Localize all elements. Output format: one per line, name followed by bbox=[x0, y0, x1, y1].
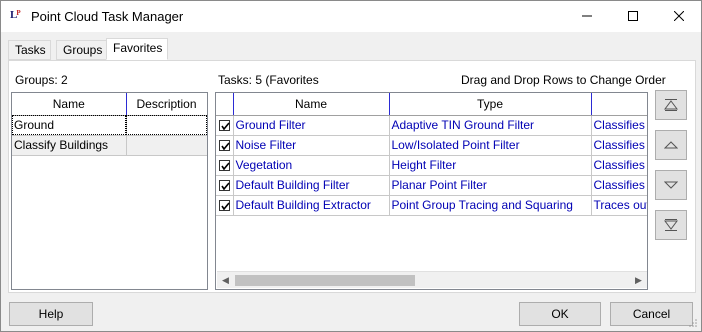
task-row[interactable]: Vegetation Height Filter Classifies p bbox=[216, 155, 647, 176]
cancel-button[interactable]: Cancel bbox=[610, 302, 693, 326]
task-description-cell[interactable]: Traces out bbox=[591, 195, 647, 216]
task-manager-window: LP Point Cloud Task Manager Tasks Groups… bbox=[0, 0, 702, 332]
task-name-cell[interactable]: Ground Filter bbox=[233, 115, 390, 136]
task-type-cell[interactable]: Point Group Tracing and Squaring bbox=[389, 195, 592, 216]
tasks-check-header[interactable] bbox=[216, 93, 234, 116]
group-row[interactable]: Ground bbox=[12, 115, 207, 136]
help-button-label: Help bbox=[38, 307, 64, 321]
task-name-cell[interactable]: Vegetation bbox=[233, 155, 390, 176]
move-top-icon bbox=[664, 99, 678, 111]
tab-groups[interactable]: Groups bbox=[56, 40, 108, 60]
scrollbar-thumb[interactable] bbox=[235, 275, 415, 286]
tab-tasks-label: Tasks bbox=[15, 43, 46, 57]
task-description-cell[interactable]: Classifies p bbox=[591, 175, 647, 196]
scroll-left-icon[interactable]: ◀ bbox=[217, 272, 234, 288]
title-bar: LP Point Cloud Task Manager bbox=[1, 1, 701, 32]
task-row[interactable]: Ground Filter Adaptive TIN Ground Filter… bbox=[216, 115, 647, 136]
groups-grid[interactable]: Name Description Ground Classify Buildin… bbox=[11, 92, 208, 290]
groups-name-header[interactable]: Name bbox=[12, 93, 127, 116]
close-button[interactable] bbox=[656, 1, 702, 31]
checkmark-icon bbox=[221, 181, 230, 190]
minimize-icon bbox=[582, 15, 592, 17]
task-enabled-checkbox[interactable] bbox=[216, 155, 234, 176]
tasks-count-label: Tasks: 5 (Favorites bbox=[218, 73, 319, 87]
scroll-right-icon[interactable]: ▶ bbox=[630, 272, 647, 288]
group-name-cell[interactable]: Ground bbox=[12, 115, 127, 136]
help-button[interactable]: Help bbox=[9, 302, 93, 326]
checkmark-icon bbox=[221, 201, 230, 210]
window-title: Point Cloud Task Manager bbox=[31, 9, 184, 24]
favorites-tab-panel: Groups: 2 Name Description Ground Classi… bbox=[8, 60, 696, 293]
maximize-icon bbox=[628, 11, 638, 21]
task-enabled-checkbox[interactable] bbox=[216, 115, 234, 136]
group-row[interactable]: Classify Buildings bbox=[12, 135, 207, 156]
cancel-button-label: Cancel bbox=[632, 307, 671, 321]
group-description-cell[interactable] bbox=[125, 135, 207, 156]
drag-drop-hint: Drag and Drop Rows to Change Order bbox=[461, 73, 666, 87]
task-name-cell[interactable]: Default Building Filter bbox=[233, 175, 390, 196]
ok-button[interactable]: OK bbox=[519, 302, 601, 326]
group-name-cell[interactable]: Classify Buildings bbox=[12, 135, 127, 156]
task-row[interactable]: Default Building Filter Planar Point Fil… bbox=[216, 175, 647, 196]
tab-favorites[interactable]: Favorites bbox=[106, 38, 168, 60]
task-description-cell[interactable]: Classifies n bbox=[591, 135, 647, 156]
move-bottom-button[interactable] bbox=[655, 210, 687, 240]
resize-grip-icon[interactable] bbox=[688, 318, 698, 328]
task-description-cell[interactable]: Classifies p bbox=[591, 155, 647, 176]
move-down-icon bbox=[664, 181, 678, 189]
checkmark-icon bbox=[221, 141, 230, 150]
tasks-description-header[interactable] bbox=[591, 93, 647, 116]
move-down-button[interactable] bbox=[655, 170, 687, 200]
ok-button-label: OK bbox=[551, 307, 569, 321]
task-enabled-checkbox[interactable] bbox=[216, 175, 234, 196]
task-row[interactable]: Default Building Extractor Point Group T… bbox=[216, 195, 647, 216]
task-type-cell[interactable]: Adaptive TIN Ground Filter bbox=[389, 115, 592, 136]
task-enabled-checkbox[interactable] bbox=[216, 135, 234, 156]
checkmark-icon bbox=[221, 161, 230, 170]
tab-tasks[interactable]: Tasks bbox=[8, 40, 51, 60]
checkmark-icon bbox=[221, 121, 230, 130]
task-type-cell[interactable]: Low/Isolated Point Filter bbox=[389, 135, 592, 156]
tasks-name-header[interactable]: Name bbox=[233, 93, 390, 116]
tab-favorites-label: Favorites bbox=[113, 41, 163, 55]
task-name-cell[interactable]: Noise Filter bbox=[233, 135, 390, 156]
task-type-cell[interactable]: Planar Point Filter bbox=[389, 175, 592, 196]
move-up-button[interactable] bbox=[655, 130, 687, 160]
move-top-button[interactable] bbox=[655, 90, 687, 120]
group-description-cell[interactable] bbox=[126, 115, 207, 136]
minimize-button[interactable] bbox=[564, 1, 610, 31]
groups-description-header[interactable]: Description bbox=[126, 93, 207, 116]
task-enabled-checkbox[interactable] bbox=[216, 195, 234, 216]
tasks-type-header[interactable]: Type bbox=[389, 93, 592, 116]
task-row[interactable]: Noise Filter Low/Isolated Point Filter C… bbox=[216, 135, 647, 156]
task-description-cell[interactable]: Classifies p bbox=[591, 115, 647, 136]
move-bottom-icon bbox=[664, 219, 678, 231]
task-name-cell[interactable]: Default Building Extractor bbox=[233, 195, 390, 216]
task-type-cell[interactable]: Height Filter bbox=[389, 155, 592, 176]
tab-groups-label: Groups bbox=[63, 43, 103, 57]
tasks-horizontal-scrollbar[interactable]: ◀ ▶ bbox=[217, 271, 647, 288]
move-up-icon bbox=[664, 141, 678, 149]
app-logo-icon: LP bbox=[10, 9, 21, 21]
close-icon bbox=[674, 11, 684, 21]
maximize-button[interactable] bbox=[610, 1, 656, 31]
groups-count-label: Groups: 2 bbox=[15, 73, 68, 87]
tasks-grid[interactable]: Name Type Ground Filter Adaptive TIN Gro… bbox=[215, 92, 648, 290]
